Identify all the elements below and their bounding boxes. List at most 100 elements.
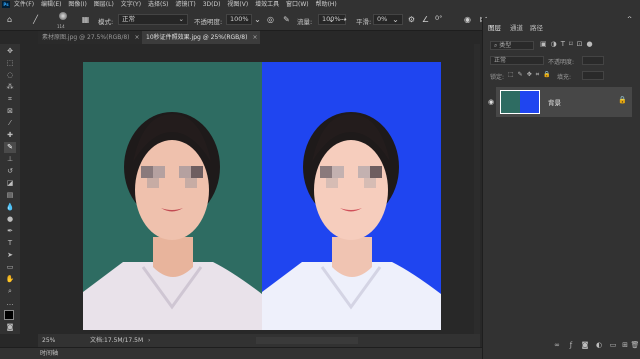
zoom-level[interactable]: 25% <box>42 334 55 347</box>
canvas-vertical-scrollbar[interactable] <box>474 44 480 334</box>
layer-kind-filter[interactable]: ⌕ 类型 <box>490 41 534 50</box>
fx-icon[interactable]: ƒ <box>566 340 576 350</box>
thumbnail-right <box>520 91 539 113</box>
mode-select[interactable]: 正常 ⌄ <box>118 14 188 25</box>
healing-brush-tool-icon[interactable]: ✚ <box>4 130 16 141</box>
document-tabs: 素材原图.jpg @ 27.5%(RGB/8) × 10秒证件照效果.jpg @ … <box>38 31 480 44</box>
menu-select[interactable]: 选择(S) <box>148 0 169 9</box>
original-photo <box>83 62 262 330</box>
angle-icon[interactable]: ∠ <box>420 14 431 25</box>
marquee-tool-icon[interactable]: ⬚ <box>4 58 16 69</box>
gradient-tool-icon[interactable]: ▤ <box>4 190 16 201</box>
folder-icon[interactable]: ▭ <box>608 340 618 350</box>
chevron-down-icon[interactable]: ⌄ <box>252 14 263 25</box>
zoom-tool-icon[interactable]: ⌕ <box>4 286 16 297</box>
photoshop-logo: Ps <box>2 1 10 8</box>
hand-tool-icon[interactable]: ✋ <box>4 274 16 285</box>
eyedropper-tool-icon[interactable]: ⁄ <box>4 118 16 129</box>
eye-icon[interactable]: ◉ <box>488 98 494 106</box>
trash-icon[interactable]: 🗑 <box>630 340 640 350</box>
quick-select-tool-icon[interactable]: ⁂ <box>4 82 16 93</box>
mask-icon[interactable]: ◙ <box>580 340 590 350</box>
frame-tool-icon[interactable]: ⊠ <box>4 106 16 117</box>
thumbnail-left <box>501 91 520 113</box>
brush-settings-icon[interactable]: ▦ <box>80 14 91 25</box>
angle-field[interactable]: 0° <box>432 14 450 25</box>
history-brush-tool-icon[interactable]: ↺ <box>4 166 16 177</box>
menu-image[interactable]: 图像(I) <box>68 0 86 9</box>
pressure-opacity-icon[interactable]: ◎ <box>265 14 276 25</box>
chevron-down-icon[interactable]: ⌄ <box>326 14 337 25</box>
opacity-label: 不透明度: <box>194 18 223 26</box>
menu-plugins[interactable]: 增效工具 <box>255 0 279 9</box>
timeline-label[interactable]: 时间轴 <box>40 348 58 359</box>
layer-row-background[interactable]: 背景 🔒 <box>496 87 632 117</box>
move-tool-icon[interactable]: ✥ <box>4 46 16 57</box>
lock-icons[interactable]: ⬚✎✥⌗🔒 <box>508 71 555 79</box>
lasso-tool-icon[interactable]: ◌ <box>4 70 16 81</box>
opacity-field[interactable]: 100% <box>226 14 252 25</box>
more-tools-icon[interactable]: … <box>4 298 16 309</box>
dodge-tool-icon[interactable]: ● <box>4 214 16 225</box>
foreground-color-swatch[interactable] <box>4 310 14 320</box>
tab-original[interactable]: 素材原图.jpg @ 27.5%(RGB/8) × <box>38 31 142 44</box>
menu-window[interactable]: 窗口(W) <box>286 0 309 9</box>
menu-edit[interactable]: 编辑(E) <box>41 0 61 9</box>
brush-tool-icon[interactable]: ✎ <box>4 142 16 153</box>
airbrush-icon[interactable]: ⇢ <box>338 14 349 25</box>
menu-view[interactable]: 视图(V) <box>227 0 248 9</box>
tab-result-label: 10秒证件照效果.jpg @ 25%(RGB/8) <box>146 34 248 41</box>
chevron-down-icon: ⌄ <box>178 15 184 23</box>
tab-paths[interactable]: 路径 <box>530 22 543 32</box>
menu-layer[interactable]: 图层(L) <box>94 0 114 9</box>
eraser-tool-icon[interactable]: ◪ <box>4 178 16 189</box>
layer-opacity-field[interactable] <box>582 56 604 65</box>
adjustment-icon[interactable]: ◐ <box>594 340 604 350</box>
menu-file[interactable]: 文件(F) <box>14 0 34 9</box>
portrait-illustration <box>83 112 262 330</box>
tab-channels[interactable]: 通道 <box>510 22 523 32</box>
shape-tool-icon[interactable]: ▭ <box>4 262 16 273</box>
menu-bar: Ps 文件(F) 编辑(E) 图像(I) 图层(L) 文字(Y) 选择(S) 滤… <box>0 0 640 9</box>
tab-result[interactable]: 10秒证件照效果.jpg @ 25%(RGB/8) × <box>142 31 260 44</box>
brush-preset-picker[interactable] <box>56 12 70 22</box>
home-icon[interactable]: ⌂ <box>4 14 15 25</box>
tab-original-label: 素材原图.jpg @ 27.5%(RGB/8) <box>42 34 130 41</box>
close-icon[interactable]: × <box>252 34 257 41</box>
menu-type[interactable]: 文字(Y) <box>121 0 141 9</box>
close-icon[interactable]: × <box>135 34 140 41</box>
link-icon[interactable]: ∞ <box>552 340 562 350</box>
layer-name: 背景 <box>548 99 561 107</box>
layer-thumbnail <box>500 90 540 114</box>
airbrush-flow-icon[interactable]: ✎ <box>281 14 292 25</box>
blend-mode-value: 正常 <box>494 57 507 64</box>
chevron-right-icon[interactable]: › <box>148 334 150 347</box>
new-layer-icon[interactable]: ⊞ <box>620 340 630 350</box>
type-tool-icon[interactable]: T <box>4 238 16 249</box>
gear-icon[interactable]: ⚙ <box>406 14 417 25</box>
menu-filter[interactable]: 滤镜(T) <box>175 0 195 9</box>
clone-stamp-tool-icon[interactable]: ⊥ <box>4 154 16 165</box>
smoothing-label: 平滑: <box>356 18 372 26</box>
menu-3d[interactable]: 3D(D) <box>203 0 221 9</box>
pen-tool-icon[interactable]: ✒ <box>4 226 16 237</box>
path-select-tool-icon[interactable]: ➤ <box>4 250 16 261</box>
lock-label: 锁定: <box>490 74 505 81</box>
layers-panel: 图层 通道 路径 ⌕ 类型 ▣◑T⌑⊡● 正常 不透明度: 锁定: ⬚✎✥⌗🔒 … <box>482 18 640 359</box>
blur-tool-icon[interactable]: 💧 <box>4 202 16 213</box>
document-canvas[interactable] <box>83 62 441 330</box>
portrait-illustration <box>262 112 441 330</box>
canvas-horizontal-scrollbar[interactable] <box>256 337 358 344</box>
fill-field[interactable] <box>582 71 604 80</box>
crop-tool-icon[interactable]: ⌗ <box>4 94 16 105</box>
filter-icons[interactable]: ▣◑T⌑⊡● <box>540 40 597 48</box>
tab-layers[interactable]: 图层 <box>488 22 501 32</box>
mode-value: 正常 <box>122 15 135 23</box>
fill-label: 填充: <box>557 74 572 81</box>
pressure-size-icon[interactable]: ◉ <box>462 14 473 25</box>
menu-help[interactable]: 帮助(H) <box>316 0 337 9</box>
brush-tool-icon[interactable]: ╱ <box>30 14 41 25</box>
blend-mode-select[interactable]: 正常 <box>490 56 544 65</box>
chevron-down-icon[interactable]: ⌄ <box>390 14 401 25</box>
quick-mask-icon[interactable]: ◙ <box>4 322 16 333</box>
